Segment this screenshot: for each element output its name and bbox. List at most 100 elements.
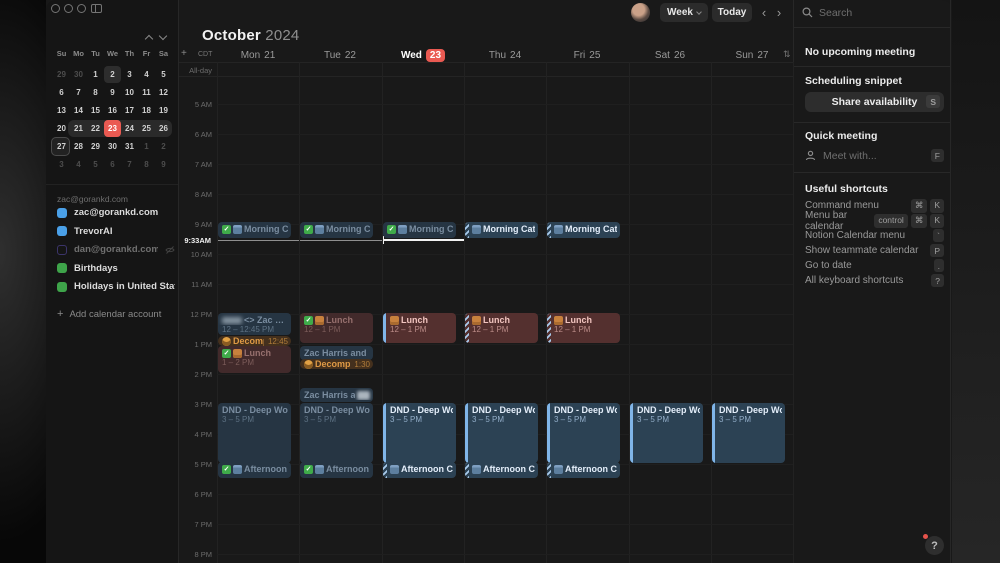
day-header-sun[interactable]: Sun 27 bbox=[711, 47, 793, 63]
today-button[interactable]: Today bbox=[712, 3, 752, 22]
event-zac-harris-and[interactable]: Zac Harris and bbox=[300, 388, 373, 402]
event-time: 12 – 1 PM bbox=[304, 325, 341, 334]
minical-day[interactable]: 31 bbox=[121, 138, 138, 155]
window-zoom-icon[interactable] bbox=[77, 4, 86, 13]
minical-day[interactable]: 5 bbox=[87, 156, 104, 173]
minical-day[interactable]: 2 bbox=[155, 138, 172, 155]
minical-day[interactable]: 29 bbox=[53, 66, 70, 83]
event-afternoon-catch-up[interactable]: Afternoon Catch Up bbox=[547, 462, 620, 478]
add-event-icon[interactable]: + bbox=[181, 48, 187, 59]
hour-line bbox=[217, 524, 793, 525]
minical-day[interactable]: 5 bbox=[155, 66, 172, 83]
event-morning-catch-up[interactable]: ✓ Morning Catch Up bbox=[383, 222, 456, 238]
calendar-list-item[interactable]: Birthdays bbox=[57, 263, 175, 274]
minical-day[interactable]: 13 bbox=[53, 102, 70, 119]
event-afternoon-catch-up[interactable]: Afternoon Catch Up bbox=[383, 462, 456, 478]
day-header-thu[interactable]: Thu 24 bbox=[464, 47, 546, 63]
event-afternoon-catch-up[interactable]: ✓ Afternoon Catch Up bbox=[300, 462, 373, 478]
minical-day[interactable]: 15 bbox=[87, 102, 104, 119]
minical-day[interactable]: 1 bbox=[138, 138, 155, 155]
event-dnd-deep-work[interactable]: DND - Deep Work3 – 5 PM bbox=[465, 403, 538, 463]
view-selector-button[interactable]: Week bbox=[660, 3, 708, 22]
window-close-icon[interactable] bbox=[51, 4, 60, 13]
window-minimize-icon[interactable] bbox=[64, 4, 73, 13]
event-decompress[interactable]: Decompress12:45 bbox=[218, 336, 291, 346]
event-dnd-deep-work[interactable]: DND - Deep Work3 – 5 PM bbox=[300, 403, 373, 463]
day-header-tue[interactable]: Tue 22 bbox=[299, 47, 381, 63]
user-avatar[interactable] bbox=[631, 3, 650, 22]
calendar-list-item[interactable]: TrevorAI bbox=[57, 226, 175, 237]
minical-day[interactable]: 10 bbox=[121, 84, 138, 101]
event-dnd-deep-work[interactable]: DND - Deep Work3 – 5 PM bbox=[712, 403, 785, 463]
day-header-wed[interactable]: Wed 23 bbox=[382, 47, 464, 63]
event-morning-catch-up[interactable]: Morning Catch Up bbox=[465, 222, 538, 238]
day-header-sat[interactable]: Sat 26 bbox=[629, 47, 711, 63]
minical-day[interactable]: 8 bbox=[87, 84, 104, 101]
minical-day[interactable]: 9 bbox=[155, 156, 172, 173]
prev-week-button[interactable]: ‹ bbox=[757, 3, 771, 22]
minical-day[interactable]: 16 bbox=[104, 102, 121, 119]
minical-day[interactable]: 8 bbox=[138, 156, 155, 173]
minical-day[interactable]: 7 bbox=[121, 156, 138, 173]
minical-day[interactable]: 1 bbox=[87, 66, 104, 83]
event-dnd-deep-work[interactable]: DND - Deep Work3 – 5 PM bbox=[383, 403, 456, 463]
day-header-fri[interactable]: Fri 25 bbox=[546, 47, 628, 63]
add-calendar-account-button[interactable]: + Add calendar account bbox=[57, 308, 161, 320]
day-header-mon[interactable]: Mon 21 bbox=[217, 47, 299, 63]
eye-off-icon[interactable] bbox=[165, 245, 175, 255]
event-morning-catch-up[interactable]: ✓ Morning Catch Up bbox=[218, 222, 291, 238]
minical-day[interactable]: 30 bbox=[70, 66, 87, 83]
search-input[interactable]: Search bbox=[819, 7, 852, 19]
minical-day[interactable]: 2 bbox=[104, 66, 121, 83]
minical-day[interactable]: 24 bbox=[121, 120, 138, 137]
minical-day[interactable]: 4 bbox=[70, 156, 87, 173]
next-week-button[interactable]: › bbox=[772, 3, 786, 22]
calendar-list-item[interactable]: Holidays in United States bbox=[57, 281, 175, 292]
event-decompress[interactable]: Decompress1:30 bbox=[300, 359, 373, 369]
help-button[interactable]: ? bbox=[925, 536, 944, 555]
meet-with-input[interactable]: Meet with... F bbox=[805, 148, 944, 163]
toggle-sidebar-icon[interactable] bbox=[91, 4, 102, 13]
minical-day[interactable]: 25 bbox=[138, 120, 155, 137]
event-lunch[interactable]: Lunch 12 – 1 PM bbox=[383, 313, 456, 343]
minical-day[interactable]: 3 bbox=[53, 156, 70, 173]
share-availability-button[interactable]: Share availability S bbox=[805, 92, 944, 112]
event-zac-harris-and[interactable]: Zac Harris and bbox=[300, 346, 373, 360]
minical-day[interactable]: 20 bbox=[53, 120, 70, 137]
event-lunch[interactable]: ✓ Lunch 12 – 1 PM bbox=[300, 313, 373, 343]
minical-day[interactable]: 11 bbox=[138, 84, 155, 101]
minical-day[interactable]: 3 bbox=[121, 66, 138, 83]
minical-day[interactable]: 9 bbox=[104, 84, 121, 101]
event-lunch[interactable]: Lunch 12 – 1 PM bbox=[547, 313, 620, 343]
calendar-list-item[interactable]: dan@gorankd.com bbox=[57, 244, 175, 255]
event-dnd-deep-work[interactable]: DND - Deep Work3 – 5 PM bbox=[547, 403, 620, 463]
event-dnd-deep-work[interactable]: DND - Deep Work3 – 5 PM bbox=[218, 403, 291, 463]
minical-day[interactable]: 17 bbox=[121, 102, 138, 119]
minical-day[interactable]: 28 bbox=[70, 138, 87, 155]
event-zac[interactable]: <> Zac … 12 – 12:45 PM bbox=[218, 313, 291, 335]
minical-day[interactable]: 19 bbox=[155, 102, 172, 119]
minical-day[interactable]: 27 bbox=[53, 138, 70, 155]
minical-day[interactable]: 6 bbox=[104, 156, 121, 173]
minical-day[interactable]: 22 bbox=[87, 120, 104, 137]
minical-day[interactable]: 30 bbox=[104, 138, 121, 155]
minical-day[interactable]: 7 bbox=[70, 84, 87, 101]
event-morning-catch-up[interactable]: Morning Catch Up bbox=[547, 222, 620, 238]
minical-day[interactable]: 4 bbox=[138, 66, 155, 83]
minical-day[interactable]: 21 bbox=[70, 120, 87, 137]
event-morning-catch-up[interactable]: ✓ Morning Catch Up bbox=[300, 222, 373, 238]
event-afternoon-catch-up[interactable]: ✓ Afternoon Catch Up bbox=[218, 462, 291, 478]
minical-day[interactable]: 14 bbox=[70, 102, 87, 119]
event-afternoon-catch-up[interactable]: Afternoon Catch Up bbox=[465, 462, 538, 478]
minical-day[interactable]: 12 bbox=[155, 84, 172, 101]
minical-day[interactable]: 18 bbox=[138, 102, 155, 119]
minical-day-today[interactable]: 23 bbox=[104, 120, 121, 137]
event-lunch[interactable]: Lunch 12 – 1 PM bbox=[465, 313, 538, 343]
minical-day[interactable]: 6 bbox=[53, 84, 70, 101]
minical-day[interactable]: 29 bbox=[87, 138, 104, 155]
event-dnd-deep-work[interactable]: DND - Deep Work3 – 5 PM bbox=[630, 403, 703, 463]
minical-day[interactable]: 26 bbox=[155, 120, 172, 137]
event-lunch[interactable]: ✓ Lunch 1 – 2 PM bbox=[218, 346, 291, 373]
timezone-label[interactable]: CDT bbox=[198, 51, 212, 58]
calendar-list-item[interactable]: zac@gorankd.com bbox=[57, 207, 175, 218]
